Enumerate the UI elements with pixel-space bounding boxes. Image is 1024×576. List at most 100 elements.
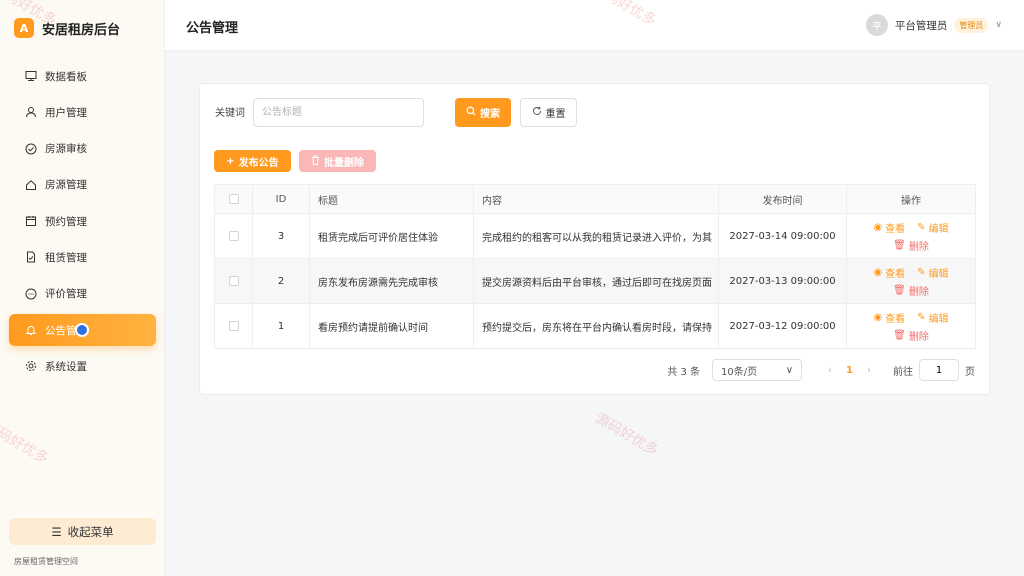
search-input[interactable]: [253, 98, 424, 127]
trash-icon: 🗑: [893, 329, 906, 341]
edit-label: 编辑: [928, 268, 949, 280]
page-size-value: 10条/页: [721, 366, 758, 378]
refresh-icon: [532, 106, 542, 119]
announcement-card: 关键词 搜索 重置 + 发布公告 批量删除 ID 标题 内容 发布时间 操作: [199, 83, 990, 395]
watermark: 源码好优多: [592, 410, 661, 460]
page-suffix: 页: [965, 366, 975, 378]
row-checkbox[interactable]: [214, 258, 253, 304]
trash-icon: 🗑: [893, 284, 906, 296]
cell-content: 提交房源资料后由平台审核，通过后即可在找房页面: [473, 258, 719, 304]
view-button[interactable]: ◉ 查看: [873, 310, 905, 325]
select-all-checkbox[interactable]: [214, 184, 253, 214]
batch-delete-button[interactable]: 批量删除: [299, 150, 376, 172]
sidebar-item-label: 房源管理: [45, 179, 87, 192]
cell-title: 房东发布房源需先完成审核: [309, 258, 474, 304]
view-button[interactable]: ◉ 查看: [873, 220, 905, 235]
eye-icon: ◉: [873, 311, 883, 323]
table-row: 3 租赁完成后可评价居住体验 完成租约的租客可以从我的租赁记录进入评价，为其 2…: [214, 213, 976, 259]
sidebar-item-announcements[interactable]: 公告管理: [9, 314, 156, 347]
view-label: 查看: [885, 268, 906, 280]
delete-button[interactable]: 🗑 删除: [893, 283, 929, 298]
table-row: 2 房东发布房源需先完成审核 提交房源资料后由平台审核，通过后即可在找房页面 2…: [214, 258, 976, 304]
table-header-row: ID 标题 内容 发布时间 操作: [214, 184, 976, 214]
column-header-ops: 操作: [846, 184, 976, 214]
cell-id: 2: [252, 258, 310, 304]
document-icon: [25, 251, 37, 263]
sidebar-item-leases[interactable]: 租赁管理: [9, 241, 156, 273]
total-count: 共 3 条: [667, 366, 701, 378]
batch-delete-label: 批量删除: [324, 157, 364, 169]
reset-button[interactable]: 重置: [520, 98, 577, 127]
sidebar-item-label: 租赁管理: [45, 251, 87, 264]
user-menu[interactable]: 平 平台管理员 管理员 ∨: [865, 14, 1002, 36]
delete-button[interactable]: 🗑 删除: [893, 238, 929, 253]
top-header: 公告管理 平 平台管理员 管理员 ∨: [165, 0, 1024, 51]
row-checkbox[interactable]: [214, 303, 253, 349]
sidebar-item-label: 评价管理: [45, 288, 87, 301]
collapse-menu-button[interactable]: ☰ 收起菜单: [9, 518, 156, 545]
sidebar-item-appointments[interactable]: 预约管理: [9, 205, 156, 237]
sidebar-item-label: 预约管理: [45, 215, 87, 228]
sidebar-item-label: 数据看板: [45, 70, 87, 83]
search-icon: [466, 106, 476, 119]
sidebar-item-dashboard[interactable]: 数据看板: [9, 60, 156, 92]
publish-button-label: 发布公告: [238, 157, 279, 169]
keyword-label: 关键词: [215, 108, 245, 119]
search-button-label: 搜索: [480, 109, 500, 120]
calendar-icon: [25, 215, 37, 227]
page-title: 公告管理: [186, 21, 239, 36]
gear-icon: [25, 360, 37, 372]
menu-lines-icon: ☰: [51, 524, 62, 539]
edit-button[interactable]: ✎ 编辑: [917, 310, 948, 325]
view-button[interactable]: ◉ 查看: [873, 265, 905, 280]
edit-button[interactable]: ✎ 编辑: [917, 220, 948, 235]
page-size-select[interactable]: 10条/页 ∨: [712, 359, 803, 381]
plus-icon: +: [226, 155, 235, 167]
cell-ops: ◉ 查看 ✎ 编辑 🗑 删除: [846, 303, 976, 349]
cell-ops: ◉ 查看 ✎ 编辑 🗑 删除: [846, 258, 976, 304]
cell-title: 看房预约请提前确认时间: [309, 303, 474, 349]
check-circle-icon: [25, 143, 37, 155]
delete-label: 删除: [908, 241, 929, 253]
goto-label: 前往: [893, 366, 913, 378]
delete-button[interactable]: 🗑 删除: [893, 328, 929, 343]
sidebar: A 安居租房后台 数据看板 用户管理 房源审核 房源管理 预约管理 租赁管理 评…: [0, 0, 165, 576]
pagination: 共 3 条 10条/页 ∨ ‹ 1 › 前往 页: [667, 359, 975, 381]
eye-icon: ◉: [873, 221, 883, 233]
page-number-current[interactable]: 1: [846, 365, 853, 376]
column-header-title: 标题: [309, 184, 474, 214]
user-icon: [25, 106, 37, 118]
delete-label: 删除: [908, 286, 929, 298]
sidebar-item-label: 用户管理: [45, 106, 87, 119]
sidebar-item-review[interactable]: 房源审核: [9, 133, 156, 165]
sidebar-item-comments[interactable]: 评价管理: [9, 278, 156, 310]
view-label: 查看: [885, 223, 906, 235]
trash-icon: 🗑: [893, 239, 906, 251]
cell-title: 租赁完成后可评价居住体验: [309, 213, 474, 259]
announcement-table: ID 标题 内容 发布时间 操作 3 租赁完成后可评价居住体验 完成租约的租客可…: [214, 184, 976, 349]
edit-icon: ✎: [917, 221, 926, 233]
sidebar-item-label: 房源审核: [45, 143, 87, 156]
edit-button[interactable]: ✎ 编辑: [917, 265, 948, 280]
row-checkbox[interactable]: [214, 213, 253, 259]
cell-id: 1: [252, 303, 310, 349]
eye-icon: ◉: [873, 266, 883, 278]
goto-page-input[interactable]: [919, 359, 959, 381]
next-page-button[interactable]: ›: [867, 365, 871, 376]
edit-icon: ✎: [917, 311, 926, 323]
collapse-menu-label: 收起菜单: [67, 524, 114, 539]
cell-content: 预约提交后，房东将在平台内确认看房时段，请保持: [473, 303, 719, 349]
table-row: 1 看房预约请提前确认时间 预约提交后，房东将在平台内确认看房时段，请保持 20…: [214, 303, 976, 349]
sidebar-item-houses[interactable]: 房源管理: [9, 169, 156, 201]
view-label: 查看: [885, 313, 906, 325]
sidebar-item-users[interactable]: 用户管理: [9, 96, 156, 128]
edit-label: 编辑: [928, 313, 949, 325]
search-button[interactable]: 搜索: [455, 98, 511, 127]
prev-page-button[interactable]: ‹: [828, 365, 832, 376]
column-header-time: 发布时间: [718, 184, 847, 214]
publish-button[interactable]: + 发布公告: [214, 150, 291, 172]
delete-label: 删除: [908, 331, 929, 343]
comment-icon: [25, 288, 37, 300]
sidebar-item-settings[interactable]: 系统设置: [9, 350, 156, 382]
column-header-id: ID: [252, 184, 310, 214]
